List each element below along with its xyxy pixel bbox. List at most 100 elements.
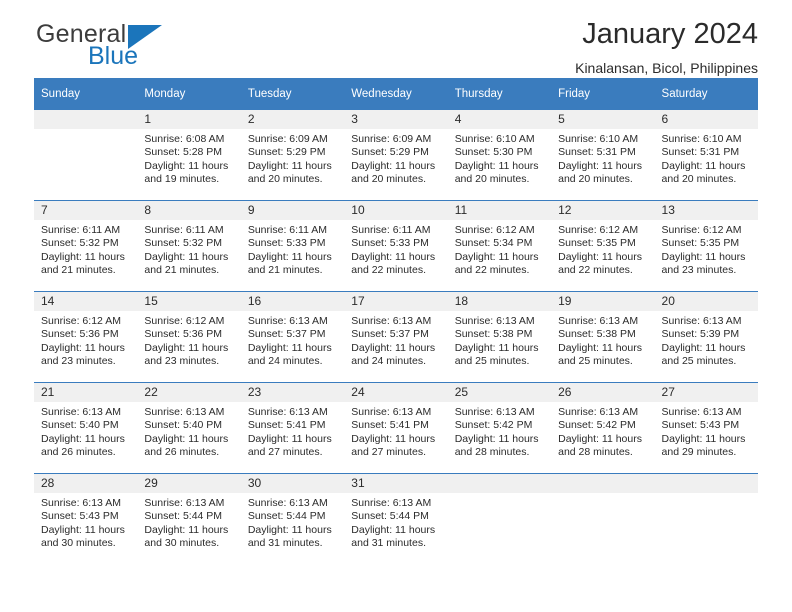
sunset-text: Sunset: 5:30 PM [454,146,533,159]
daylight-text-line2: and 23 minutes. [41,355,116,368]
sunset-text: Sunset: 5:43 PM [661,419,740,432]
calendar-page: General Blue January 2024 Kinalansan, Bi… [0,0,792,612]
sunrise-text: Sunrise: 6:12 AM [144,315,225,327]
day-cell[interactable]: 21 Sunrise: 6:13 AM Sunset: 5:40 PM Dayligh… [34,382,138,474]
day-cell[interactable]: 9 Sunrise: 6:11 AM Sunset: 5:33 PM Daylight… [240,200,345,292]
day-cell[interactable]: 29 Sunrise: 6:13 AM Sunset: 5:44 PM Dayligh… [137,473,241,564]
day-cell[interactable]: 5 Sunrise: 6:10 AM Sunset: 5:31 PM Daylight… [551,110,655,201]
day-cell[interactable]: 16 Sunrise: 6:13 AM Sunset: 5:37 PM Dayligh… [240,291,345,383]
daylight-text-line2: and 26 minutes. [41,446,116,459]
day-cell[interactable]: 4 Sunrise: 6:10 AM Sunset: 5:30 PM Daylight… [447,110,552,201]
sunrise-text: Sunrise: 6:12 AM [41,315,121,327]
sunrise-text: Sunrise: 6:10 AM [454,133,535,145]
sunset-text: Sunset: 5:33 PM [351,237,429,250]
sunset-text: Sunset: 5:37 PM [351,328,429,341]
sunrise-text: Sunrise: 6:11 AM [351,224,431,236]
page-subtitle: Kinalansan, Bicol, Philippines [575,60,758,77]
daylight-text-line1: Daylight: 11 hours [247,523,332,536]
daylight-text-line1: Daylight: 11 hours [661,341,746,354]
day-number: 6 [654,110,758,129]
sunset-text: Sunset: 5:44 PM [351,510,429,523]
daylight-text-line2: and 23 minutes. [661,264,737,277]
sunset-text: Sunset: 5:29 PM [247,146,326,159]
daylight-text-line1: Daylight: 11 hours [351,159,436,172]
day-cell[interactable]: 26 Sunrise: 6:13 AM Sunset: 5:42 PM Dayligh… [551,382,655,474]
day-cell[interactable]: 11 Sunrise: 6:12 AM Sunset: 5:34 PM Dayligh… [447,200,552,292]
daylight-text-line2: and 21 minutes. [144,264,220,277]
day-cell[interactable]: 14 Sunrise: 6:12 AM Sunset: 5:36 PM Dayligh… [34,291,138,383]
daylight-text-line2: and 25 minutes. [661,355,737,368]
sunrise-text: Sunrise: 6:11 AM [41,224,121,236]
sunrise-text: Sunrise: 6:13 AM [351,406,432,418]
day-number: 21 [34,383,138,402]
day-number: 5 [551,110,655,129]
daylight-text-line1: Daylight: 11 hours [351,341,436,354]
day-cell[interactable]: 30 Sunrise: 6:13 AM Sunset: 5:44 PM Dayligh… [240,473,345,564]
daylight-text-line1: Daylight: 11 hours [661,250,746,263]
day-number: 15 [137,292,241,311]
sunset-text: Sunset: 5:35 PM [661,237,740,250]
daylight-text-line1: Daylight: 11 hours [661,432,746,445]
day-cell[interactable] [654,473,758,564]
day-cell[interactable]: 25 Sunrise: 6:13 AM Sunset: 5:42 PM Dayligh… [447,382,552,474]
day-cell[interactable]: 24 Sunrise: 6:13 AM Sunset: 5:41 PM Dayligh… [344,382,448,474]
daylight-text-line2: and 28 minutes. [454,446,530,459]
daylight-text-line1: Daylight: 11 hours [351,250,436,263]
daylight-text-line1: Daylight: 11 hours [144,159,229,172]
day-cell[interactable]: 3 Sunrise: 6:09 AM Sunset: 5:29 PM Daylight… [344,110,448,201]
day-cell[interactable]: 7 Sunrise: 6:11 AM Sunset: 5:32 PM Daylight… [34,200,138,292]
sunset-text: Sunset: 5:39 PM [661,328,740,341]
day-cell[interactable]: 31 Sunrise: 6:13 AM Sunset: 5:44 PM Dayligh… [344,473,448,564]
day-cell[interactable]: 22 Sunrise: 6:13 AM Sunset: 5:40 PM Dayligh… [137,382,241,474]
sunrise-text: Sunrise: 6:13 AM [351,497,432,509]
weekday-header-wednesday: Wednesday [344,78,448,110]
sunrise-text: Sunrise: 6:10 AM [558,133,639,145]
daylight-text-line2: and 29 minutes. [661,446,737,459]
sunset-text: Sunset: 5:42 PM [454,419,533,432]
day-cell[interactable]: 10 Sunrise: 6:11 AM Sunset: 5:33 PM Dayligh… [344,200,448,292]
daylight-text-line2: and 20 minutes. [661,173,737,186]
day-cell[interactable]: 28 Sunrise: 6:13 AM Sunset: 5:43 PM Dayligh… [34,473,138,564]
day-cell[interactable]: 20 Sunrise: 6:13 AM Sunset: 5:39 PM Dayligh… [654,291,758,383]
daylight-text-line2: and 20 minutes. [247,173,323,186]
week-row: 1 Sunrise: 6:08 AM Sunset: 5:28 PM Daylight… [34,110,758,201]
day-cell[interactable]: 8 Sunrise: 6:11 AM Sunset: 5:32 PM Daylight… [137,200,241,292]
sunrise-text: Sunrise: 6:13 AM [247,406,328,418]
day-cell[interactable] [34,110,138,201]
day-number [551,474,655,493]
sunset-text: Sunset: 5:44 PM [247,510,326,523]
day-cell[interactable]: 27 Sunrise: 6:13 AM Sunset: 5:43 PM Dayligh… [654,382,758,474]
sunset-text: Sunset: 5:41 PM [247,419,326,432]
day-cell[interactable]: 2 Sunrise: 6:09 AM Sunset: 5:29 PM Daylight… [240,110,345,201]
day-cell[interactable] [551,473,655,564]
sunset-text: Sunset: 5:28 PM [144,146,223,159]
sunset-text: Sunset: 5:31 PM [558,146,636,159]
daylight-text-line2: and 27 minutes. [247,446,323,459]
day-number: 14 [34,292,138,311]
day-cell[interactable]: 23 Sunrise: 6:13 AM Sunset: 5:41 PM Dayligh… [240,382,345,474]
sunrise-sunset-calendar: Sunday Monday Tuesday Wednesday Thursday… [34,78,758,564]
calendar-body: 1 Sunrise: 6:08 AM Sunset: 5:28 PM Daylight… [34,110,758,564]
day-cell[interactable]: 19 Sunrise: 6:13 AM Sunset: 5:38 PM Dayligh… [551,291,655,383]
daylight-text-line1: Daylight: 11 hours [247,432,332,445]
day-cell[interactable]: 15 Sunrise: 6:12 AM Sunset: 5:36 PM Dayligh… [137,291,241,383]
day-cell[interactable]: 13 Sunrise: 6:12 AM Sunset: 5:35 PM Dayligh… [654,200,758,292]
daylight-text-line1: Daylight: 11 hours [144,432,229,445]
day-cell[interactable]: 18 Sunrise: 6:13 AM Sunset: 5:38 PM Dayligh… [447,291,552,383]
daylight-text-line2: and 24 minutes. [247,355,323,368]
sunset-text: Sunset: 5:29 PM [351,146,429,159]
day-cell[interactable]: 1 Sunrise: 6:08 AM Sunset: 5:28 PM Daylight… [137,110,241,201]
day-cell[interactable]: 12 Sunrise: 6:12 AM Sunset: 5:35 PM Dayligh… [551,200,655,292]
day-number: 18 [447,292,552,311]
day-cell[interactable]: 6 Sunrise: 6:10 AM Sunset: 5:31 PM Daylight… [654,110,758,201]
general-blue-logo[interactable]: General Blue [34,22,224,74]
day-cell[interactable]: 17 Sunrise: 6:13 AM Sunset: 5:37 PM Dayligh… [344,291,448,383]
weekday-header-sunday: Sunday [34,78,138,110]
day-cell[interactable] [447,473,552,564]
sunrise-text: Sunrise: 6:08 AM [144,133,225,145]
day-number [654,474,758,493]
daylight-text-line2: and 23 minutes. [144,355,220,368]
daylight-text-line1: Daylight: 11 hours [41,523,125,536]
day-number: 17 [344,292,448,311]
daylight-text-line1: Daylight: 11 hours [454,432,539,445]
